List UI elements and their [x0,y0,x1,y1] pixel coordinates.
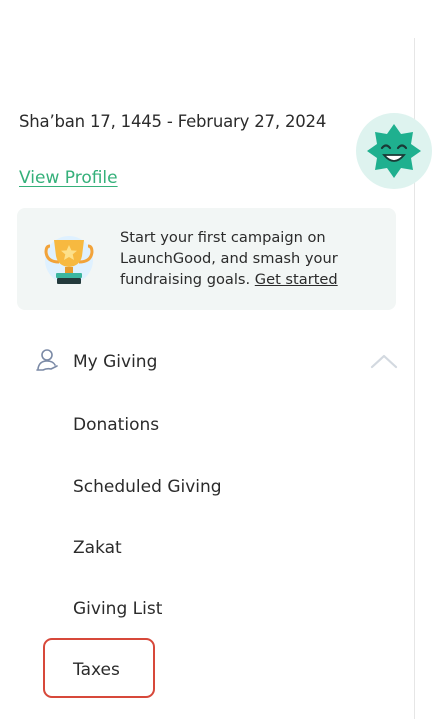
nav-item-giving-list[interactable]: Giving List [73,599,162,619]
my-giving-label: My Giving [73,352,158,372]
promo-message: Start your first campaign on LaunchGood,… [120,227,388,290]
nav-item-donations[interactable]: Donations [73,415,159,435]
hijri-gregorian-date: Sha’ban 17, 1445 - February 27, 2024 [19,112,327,131]
smiling-star-avatar-icon [367,124,421,178]
account-sidebar: Sha’ban 17, 1445 - February 27, 2024 Vie… [0,0,436,719]
start-campaign-promo: Start your first campaign on LaunchGood,… [17,208,396,310]
nav-item-taxes[interactable]: Taxes [73,660,120,680]
view-profile-link[interactable]: View Profile [19,168,118,188]
get-started-link[interactable]: Get started [255,271,338,288]
chevron-up-icon [370,354,398,369]
my-giving-section-toggle[interactable]: My Giving [35,344,401,382]
user-hand-icon [36,349,58,371]
trophy-icon [44,236,94,284]
nav-item-scheduled-giving[interactable]: Scheduled Giving [73,477,222,497]
nav-item-zakat[interactable]: Zakat [73,538,122,558]
avatar[interactable] [356,113,432,189]
